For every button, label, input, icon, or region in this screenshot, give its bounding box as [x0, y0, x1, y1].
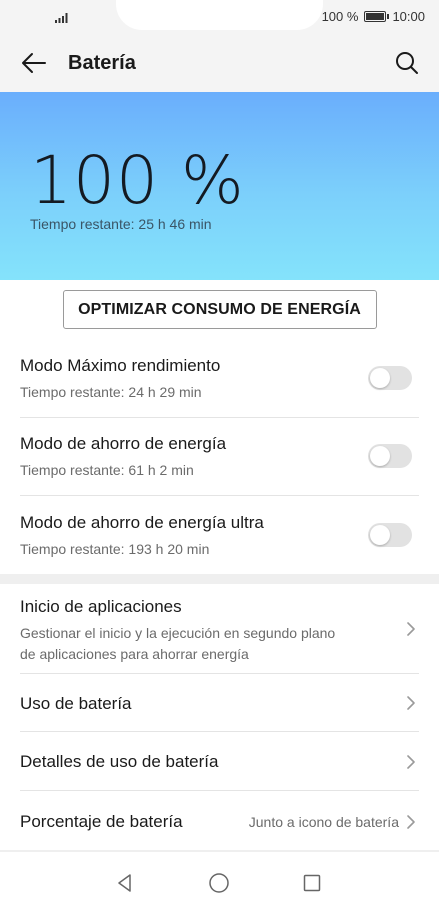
mode-row-power-saving[interactable]: Modo de ahorro de energía Tiempo restant… — [0, 418, 439, 496]
setting-value: Junto a icono de batería — [248, 814, 399, 830]
max-performance-toggle[interactable] — [368, 366, 412, 390]
search-icon — [396, 52, 418, 74]
app-bar: Batería — [0, 34, 439, 92]
nav-back-button[interactable] — [112, 870, 138, 896]
battery-hero: 100 % Tiempo restante: 25 h 46 min — [0, 92, 439, 280]
optimize-energy-button[interactable]: OPTIMIZAR CONSUMO DE ENERGÍA — [62, 290, 377, 329]
signal-icon — [55, 13, 68, 23]
chevron-right-icon — [407, 696, 415, 710]
power-saving-toggle[interactable] — [368, 444, 412, 468]
status-time: 10:00 — [392, 9, 425, 24]
mode-row-max-performance[interactable]: Modo Máximo rendimiento Tiempo restante:… — [0, 340, 439, 418]
mode-title: Modo de ahorro de energía — [20, 434, 227, 453]
mode-subtitle: Tiempo restante: 193 h 20 min — [20, 541, 210, 557]
battery-percentage: 100 % — [30, 142, 245, 219]
section-separator — [0, 574, 439, 584]
setting-subtitle-line2: de aplicaciones para ahorrar energía — [20, 646, 249, 662]
setting-row-battery-percentage[interactable]: Porcentaje de batería Junto a icono de b… — [0, 791, 439, 850]
display-notch — [116, 0, 323, 30]
chevron-right-icon — [407, 815, 415, 829]
chevron-right-icon — [407, 755, 415, 769]
status-right: 100 % 10:00 — [322, 9, 425, 24]
navigation-bar — [0, 852, 439, 914]
phone-screen: 100 % 10:00 Batería 100 % Tiempo restant… — [0, 0, 439, 914]
mode-title: Modo Máximo rendimiento — [20, 356, 221, 375]
arrow-left-icon — [22, 53, 46, 73]
setting-subtitle-line1: Gestionar el inicio y la ejecución en se… — [20, 625, 336, 641]
home-circle-icon — [209, 873, 229, 893]
chevron-right-icon — [407, 622, 415, 636]
setting-title: Detalles de uso de batería — [20, 752, 219, 771]
mode-title: Modo de ahorro de energía ultra — [20, 513, 264, 532]
setting-title: Uso de batería — [20, 694, 132, 713]
mode-subtitle: Tiempo restante: 24 h 29 min — [20, 384, 202, 400]
nav-home-button[interactable] — [206, 870, 232, 896]
recents-square-icon — [303, 874, 321, 892]
battery-remaining-time: Tiempo restante: 25 h 46 min — [30, 216, 212, 232]
back-triangle-icon — [118, 874, 131, 892]
setting-row-app-launch[interactable]: Inicio de aplicaciones Gestionar el inic… — [0, 584, 439, 674]
setting-title: Porcentaje de batería — [20, 812, 183, 831]
setting-row-battery-details[interactable]: Detalles de uso de batería — [0, 732, 439, 791]
setting-row-battery-usage[interactable]: Uso de batería — [0, 674, 439, 732]
page-title: Batería — [68, 51, 136, 74]
mode-row-ultra-saving[interactable]: Modo de ahorro de energía ultra Tiempo r… — [0, 496, 439, 574]
battery-icon — [364, 11, 390, 22]
mode-subtitle: Tiempo restante: 61 h 2 min — [20, 462, 194, 478]
status-battery-text: 100 % — [321, 9, 359, 24]
setting-title: Inicio de aplicaciones — [20, 597, 182, 616]
optimize-wrapper: OPTIMIZAR CONSUMO DE ENERGÍA — [0, 290, 439, 329]
back-button[interactable] — [0, 34, 68, 92]
search-button[interactable] — [391, 47, 423, 79]
ultra-saving-toggle[interactable] — [368, 523, 412, 547]
status-bar: 100 % 10:00 — [0, 0, 439, 34]
nav-recents-button[interactable] — [299, 870, 325, 896]
